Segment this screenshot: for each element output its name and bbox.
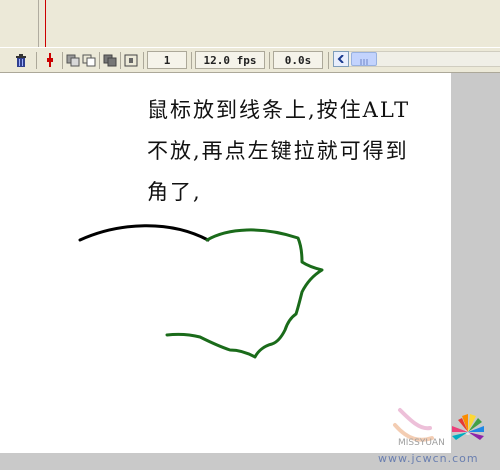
stage-drawing [78, 224, 484, 442]
watermark-text: www.jcwcn.com [378, 452, 479, 465]
black-curve-line [78, 224, 210, 242]
site-logo-icon [393, 408, 484, 442]
watermark-subtext: MISSYUAN [398, 438, 445, 448]
green-bat-wing-shape [165, 228, 324, 359]
